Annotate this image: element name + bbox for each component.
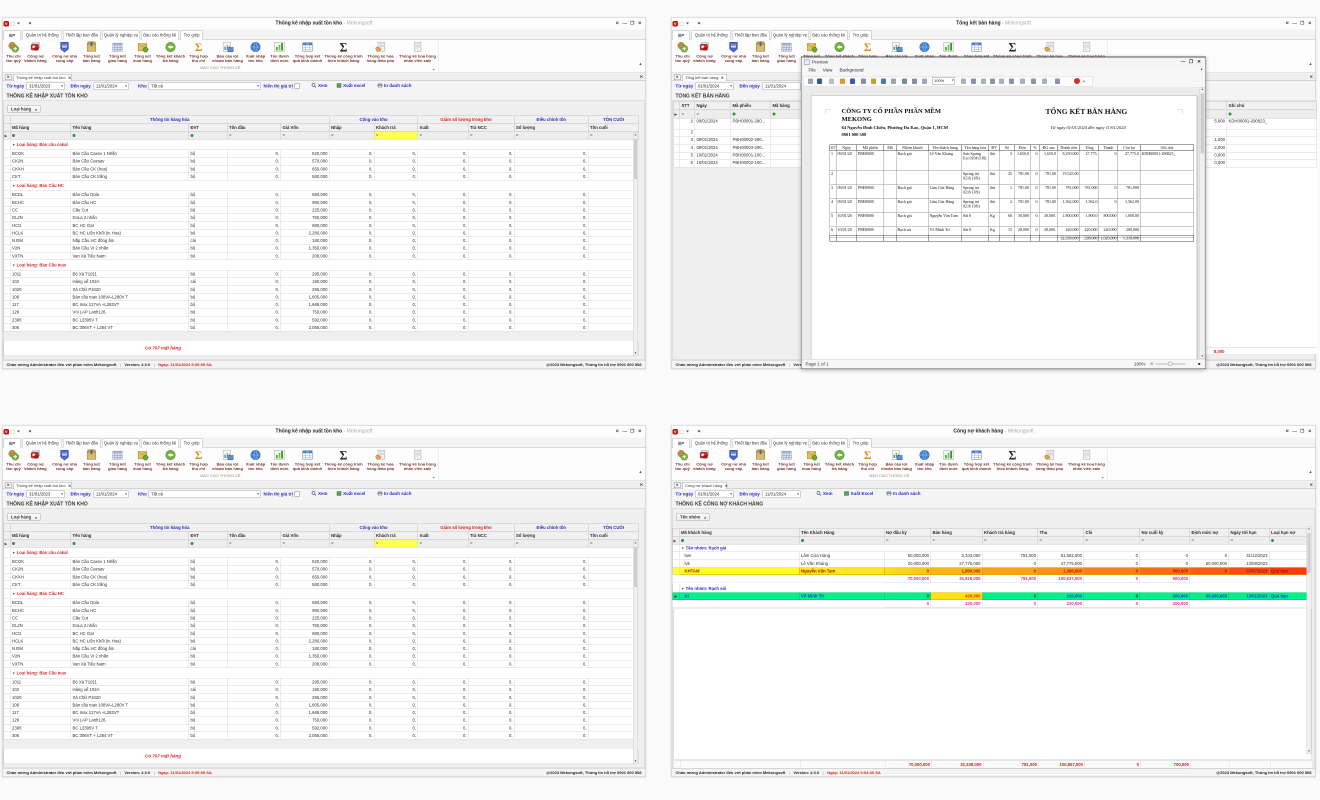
svg-text:Σ: Σ <box>864 450 871 462</box>
svg-text:Σ: Σ <box>864 42 871 54</box>
svg-text:Σ: Σ <box>1009 449 1017 462</box>
svg-text:Σ: Σ <box>340 449 348 462</box>
svg-text:Σ: Σ <box>195 450 202 462</box>
svg-text:Σ: Σ <box>195 42 202 54</box>
svg-text:Σ: Σ <box>1009 41 1017 54</box>
svg-text:Σ: Σ <box>340 41 348 54</box>
